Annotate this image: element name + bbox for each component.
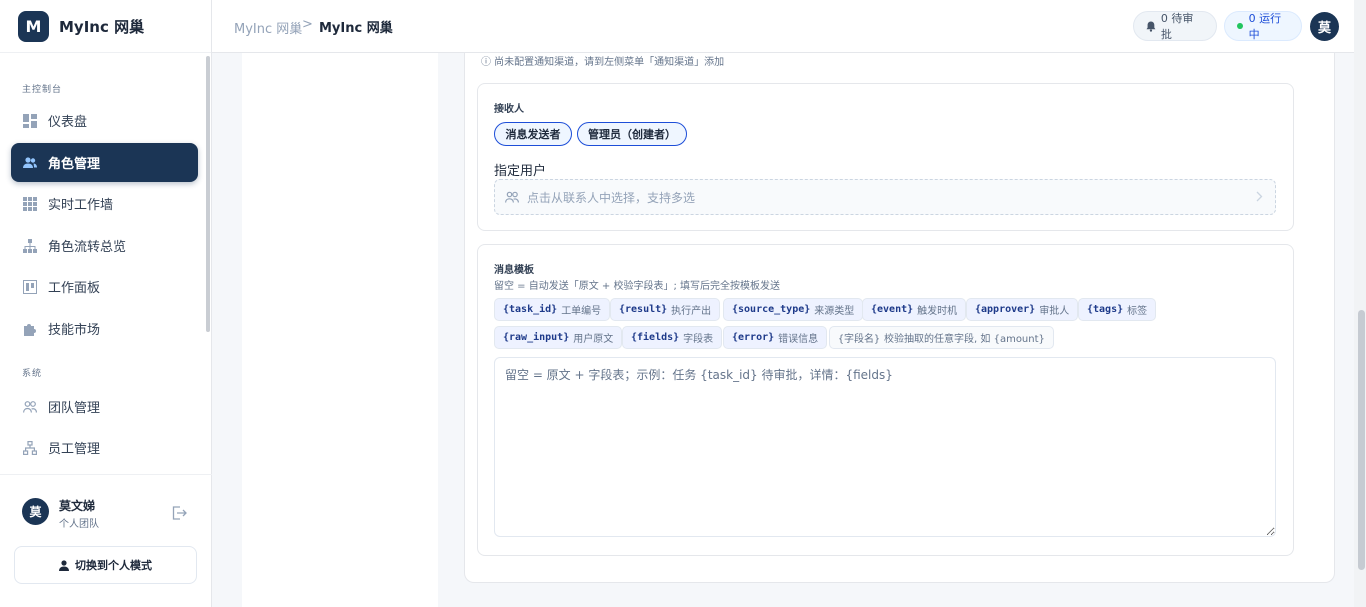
notification-settings-card: ⓘ 尚未配置通知渠道，请到左侧菜单「通知渠道」添加 接收人 消息发送者 管理员（… [464,53,1335,583]
contacts-icon [505,191,519,203]
user-icon [59,559,69,571]
running-badge[interactable]: 0 运行中 [1224,11,1302,41]
breadcrumb-root[interactable]: MyInc 网巢 [234,18,302,37]
section-title-main: 主控制台 [22,85,63,95]
sidebar-item-label: 团队管理 [48,401,101,416]
avatar[interactable]: 莫 [22,498,49,525]
sidebar-item-label: 实时工作墙 [48,198,114,213]
pending-label: 0 待审批 [1160,12,1194,41]
template-title: 消息模板 [494,265,534,276]
section-title-system: 系统 [22,369,43,379]
sidebar-item-role-flow[interactable]: 角色流转总览 [11,226,198,265]
switch-label: 切换到个人模式 [75,559,152,572]
sidebar-nav: 主控制台 仪表盘 角色管理 实时工作墙 角色流转总览 工作面板 技能市场 系统 [0,54,212,474]
sidebar-item-live-wall[interactable]: 实时工作墙 [11,184,198,223]
user-card: 莫 莫文娣 个人团队 切换到个人模式 [0,474,212,607]
receiver-chip-admin[interactable]: 管理员（创建者） [577,122,687,146]
running-dot-icon [1237,23,1243,29]
page-scrollbar[interactable] [1358,310,1365,570]
template-section: 消息模板 留空 = 自动发送「原文 + 校验字段表」; 填写后完全按模板发送 {… [477,244,1294,556]
variable-chip[interactable]: {event} 触发时机 [862,298,967,321]
sidebar-item-dashboard[interactable]: 仪表盘 [11,101,198,140]
brand-logo: M [18,10,49,42]
hierarchy-icon [23,238,37,253]
avatar[interactable]: 莫 [1310,12,1339,41]
sidebar-item-work-panel[interactable]: 工作面板 [11,267,198,306]
main-content: ⓘ 尚未配置通知渠道，请到左侧菜单「通知渠道」添加 接收人 消息发送者 管理员（… [242,53,1354,607]
breadcrumb-separator: > [302,17,313,32]
sidebar-item-label: 仪表盘 [48,115,88,130]
user-name: 莫文娣 [59,499,96,513]
variable-chip[interactable]: {approver} 审批人 [966,298,1079,321]
sidebar-item-skill-market[interactable]: 技能市场 [11,309,198,348]
sidebar-item-label: 技能市场 [48,323,101,338]
variable-chip[interactable]: {error} 错误信息 [723,326,828,349]
receiver-chip-sender[interactable]: 消息发送者 [494,122,572,146]
contact-picker[interactable]: 点击从联系人中选择，支持多选 [494,179,1276,215]
topbar: MyInc 网巢 > MyInc 网巢 0 待审批 0 运行中 莫 [212,0,1366,53]
variable-chip[interactable]: {fields} 字段表 [622,326,723,349]
sidebar-item-label: 工作面板 [48,281,101,296]
channel-hint: ⓘ 尚未配置通知渠道，请到左侧菜单「通知渠道」添加 [481,57,725,68]
variable-chip[interactable]: {source_type} 来源类型 [723,298,864,321]
user-team: 个人团队 [59,519,99,530]
sidebar-item-staff[interactable]: 员工管理 [11,428,198,467]
dashboard-icon [23,113,37,128]
variable-chip[interactable]: {result} 执行产出 [610,298,721,321]
variable-chip[interactable]: {字段名} 校验抽取的任意字段, 如 {amount} [829,326,1054,349]
brand-name: MyInc 网巢 [59,17,145,36]
assign-users-title: 指定用户 [494,164,547,179]
variable-chip[interactable]: {task_id} 工单编号 [494,298,611,321]
sidebar-item-label: 员工管理 [48,442,101,457]
puzzle-icon [23,322,37,336]
receivers-section: 接收人 消息发送者 管理员（创建者） 指定用户 点击从联系人中选择，支持多选 [477,83,1294,231]
left-panel [242,53,438,607]
sidebar: M MyInc 网巢 主控制台 仪表盘 角色管理 实时工作墙 角色流转总览 工作… [0,0,212,607]
bell-icon [1146,21,1156,32]
variable-chip[interactable]: {raw_input} 用户原文 [494,326,623,349]
logout-icon[interactable] [172,505,187,520]
team-icon [23,400,37,414]
sidebar-item-roles[interactable]: 角色管理 [11,143,198,182]
running-label: 0 运行中 [1248,12,1282,41]
sidebar-item-label: 角色管理 [48,157,101,172]
org-icon [23,440,37,455]
pending-approval-badge[interactable]: 0 待审批 [1133,11,1217,41]
variable-chip[interactable]: {tags} 标签 [1078,298,1157,321]
breadcrumb-current: MyInc 网巢 [319,21,393,36]
switch-personal-mode-button[interactable]: 切换到个人模式 [14,546,197,584]
chevron-right-icon [1256,191,1263,205]
grid-icon [23,196,37,211]
sidebar-item-team[interactable]: 团队管理 [11,387,198,426]
receivers-title: 接收人 [494,104,524,115]
sidebar-scrollbar[interactable] [206,56,210,332]
template-textarea[interactable] [494,357,1276,537]
template-description: 留空 = 自动发送「原文 + 校验字段表」; 填写后完全按模板发送 [494,281,781,292]
panel-icon [23,279,37,294]
users-icon [23,156,37,170]
picker-placeholder: 点击从联系人中选择，支持多选 [527,190,696,205]
sidebar-item-label: 角色流转总览 [48,240,127,255]
brand[interactable]: M MyInc 网巢 [0,0,211,53]
